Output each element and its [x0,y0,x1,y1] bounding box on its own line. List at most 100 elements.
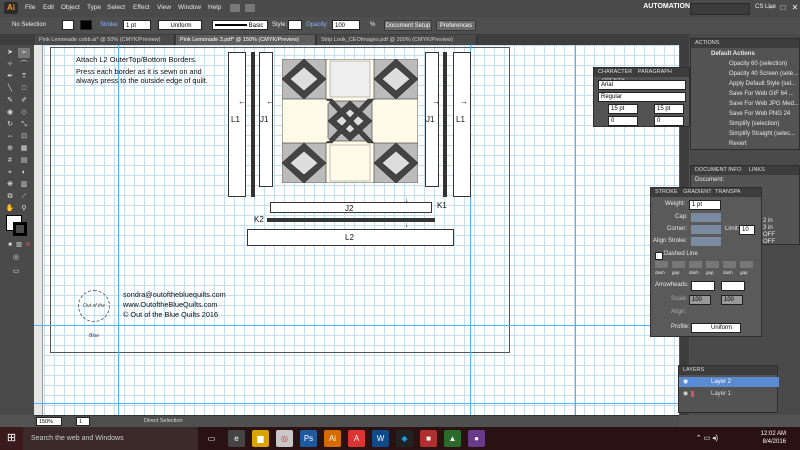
guide[interactable] [575,45,576,415]
guide[interactable] [34,325,679,326]
bridge-icon[interactable] [230,4,240,12]
windows-start-icon[interactable]: ⊞ [0,427,23,450]
gap-field[interactable] [706,261,719,268]
dash-field[interactable] [723,261,736,268]
zoom-tool-icon[interactable]: ⚲ [18,204,30,214]
layer-name[interactable]: Layer 2 [711,379,731,385]
action-item[interactable]: Opacity 60 (selection) [729,61,787,67]
screen-mode-icon[interactable]: ▭ [10,267,22,277]
hand-tool-icon[interactable]: ✋ [4,204,16,214]
opacity-field[interactable]: 100 [332,20,360,30]
guide[interactable] [34,403,679,404]
menu-edit[interactable]: Edit [43,4,54,11]
tab-transparency[interactable]: TRANSPA [715,189,741,195]
variable-width-profile[interactable]: Uniform [158,20,202,30]
preferences-button[interactable]: Preferences [436,20,476,31]
arrange-documents-icon[interactable] [245,4,255,12]
limit-input[interactable]: 10 [739,225,755,235]
action-item[interactable]: Opacity 40 Screen (sele... [729,71,798,77]
stroke-weight-field[interactable]: 1 pt [123,20,151,30]
gradient-icon[interactable]: ▤ [18,156,30,166]
menu-object[interactable]: Object [61,4,80,11]
action-item[interactable]: Save For Web PNG 24 [729,111,790,117]
direct-selection-tool-icon[interactable]: ➢ [18,48,30,58]
stroke-swatch[interactable] [80,20,92,30]
fill-swatch[interactable] [62,20,74,30]
pen-tool-icon[interactable]: ✒ [4,72,16,82]
vertical-ruler[interactable] [34,45,43,415]
app-icon[interactable]: ● [468,430,485,447]
border-l1-right[interactable] [453,52,471,197]
stroke-weight-input[interactable]: 1 pt [689,200,721,210]
leading-field[interactable]: 15 pt [654,104,684,114]
line-tool-icon[interactable]: ╲ [4,84,16,94]
zoom-field[interactable]: 150% [36,417,62,426]
tab-strip-look[interactable]: Strip Look_CEOImages.pdf @ 200% (CMYK/Pr… [317,35,477,45]
magic-wand-icon[interactable]: ✧ [4,60,16,70]
action-set-default[interactable]: Default Actions [711,51,755,57]
acrobat-icon[interactable]: A [348,430,365,447]
rotate-icon[interactable]: ↻ [4,120,16,130]
tab-pink-lemonade-3[interactable]: Pink Lemonade 3.pdf* @ 150% (CMYK/Previe… [176,35,316,45]
eye-icon[interactable]: ◉ [683,378,688,385]
menu-select[interactable]: Select [107,4,125,11]
word-icon[interactable]: W [372,430,389,447]
brush-definition[interactable]: Basic [212,20,268,30]
selection-tool-icon[interactable]: ➤ [4,48,16,58]
scale-end-input[interactable]: 100 [721,295,743,305]
draw-mode-icon[interactable]: ◎ [10,253,22,263]
kerning-field[interactable]: 0 [608,116,638,126]
rectangle-tool-icon[interactable]: □ [18,84,30,94]
profile-select[interactable]: Uniform [691,323,741,333]
border-l1-left[interactable] [228,52,246,197]
workspace-switcher[interactable]: AUTOMATION [643,3,690,10]
font-size-field[interactable]: 15 pt [608,104,638,114]
document-setup-button[interactable]: Document Setup [384,20,432,31]
width-tool-icon[interactable]: ⇔ [4,132,16,142]
illustrator-icon[interactable]: Ai [324,430,341,447]
dashed-line-checkbox[interactable] [655,252,663,260]
edge-icon[interactable]: e [228,430,245,447]
slice-icon[interactable]: ⟋ [18,192,30,202]
scale-start-input[interactable]: 100 [689,295,711,305]
notification-icons[interactable]: ⌃ ▭ ◂) [696,434,718,442]
action-item[interactable]: Apply Default Style (sel... [729,81,796,87]
shape-builder-icon[interactable]: ⊕ [4,144,16,154]
none-mode-icon[interactable]: ⊘ [22,240,34,250]
tab-stroke[interactable]: STROKE [655,189,678,195]
app-logo[interactable]: Ai [4,2,18,14]
action-item[interactable]: Save For Web JPG Med... [729,101,799,107]
gap-field[interactable] [672,261,685,268]
column-graph-icon[interactable]: ▥ [18,180,30,190]
page-field[interactable]: 1 [76,417,90,426]
photoshop-icon[interactable]: Ps [300,430,317,447]
tab-gradient[interactable]: GRADIENT [683,189,711,195]
style-swatch[interactable] [288,20,302,30]
action-item[interactable]: Simplify (selection) [729,121,779,127]
app-icon[interactable]: ◆ [396,430,413,447]
artboard-tool-icon[interactable]: ⧉ [4,192,16,202]
layer-name[interactable]: Layer 1 [711,391,731,397]
layers-panel-title[interactable]: LAYERS [679,366,777,375]
menu-help[interactable]: Help [208,4,221,11]
taskbar-search-input[interactable]: Search the web and Windows [23,427,198,450]
blend-icon[interactable]: ◐ [18,168,30,178]
border-k-left[interactable] [251,52,255,197]
help-search-input[interactable] [690,3,750,15]
app-icon[interactable]: ▲ [444,430,461,447]
symbol-sprayer-icon[interactable]: ❋ [4,180,16,190]
paintbrush-icon[interactable]: ✎ [4,96,16,106]
eye-icon[interactable]: ◉ [683,390,688,397]
actions-panel-title[interactable]: ACTIONS [691,39,799,48]
type-tool-icon[interactable]: T [18,72,30,82]
border-k-right[interactable] [443,52,447,197]
perspective-grid-icon[interactable]: ▦ [18,144,30,154]
border-k2[interactable] [267,218,435,222]
eraser-icon[interactable]: ◇ [18,108,30,118]
dash-field[interactable] [655,261,668,268]
pencil-icon[interactable]: ✐ [18,96,30,106]
menu-view[interactable]: View [157,4,171,11]
cap-buttons[interactable] [691,213,721,222]
tab-document-info[interactable]: DOCUMENT INFO [695,167,741,173]
guide[interactable] [118,45,119,415]
